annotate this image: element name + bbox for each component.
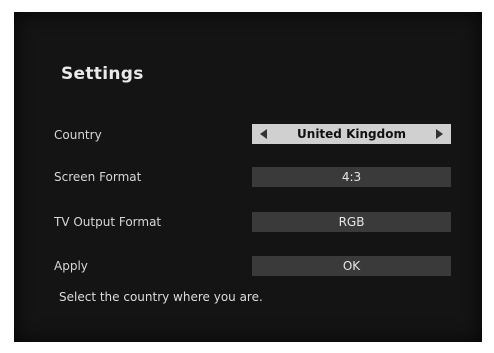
tv-output-format-value: RGB: [338, 215, 365, 229]
help-text: Select the country where you are.: [59, 290, 263, 304]
tv-output-format-label: TV Output Format: [54, 215, 162, 229]
screen-format-value: 4:3: [341, 170, 362, 184]
screen-format-label: Screen Format: [54, 170, 142, 184]
left-arrow-icon[interactable]: [260, 129, 267, 139]
page-title: Settings: [61, 64, 144, 84]
country-label: Country: [54, 128, 102, 142]
apply-label: Apply: [54, 259, 88, 273]
country-selector[interactable]: United Kingdom: [252, 124, 451, 144]
ok-button-label: OK: [342, 259, 361, 273]
screen-format-selector[interactable]: 4:3: [252, 167, 451, 187]
tv-settings-screen: Settings Country United Kingdom Screen F…: [14, 12, 482, 342]
ok-button[interactable]: OK: [252, 256, 451, 276]
tv-output-format-selector[interactable]: RGB: [252, 212, 451, 232]
country-value: United Kingdom: [297, 127, 406, 141]
right-arrow-icon[interactable]: [436, 129, 443, 139]
